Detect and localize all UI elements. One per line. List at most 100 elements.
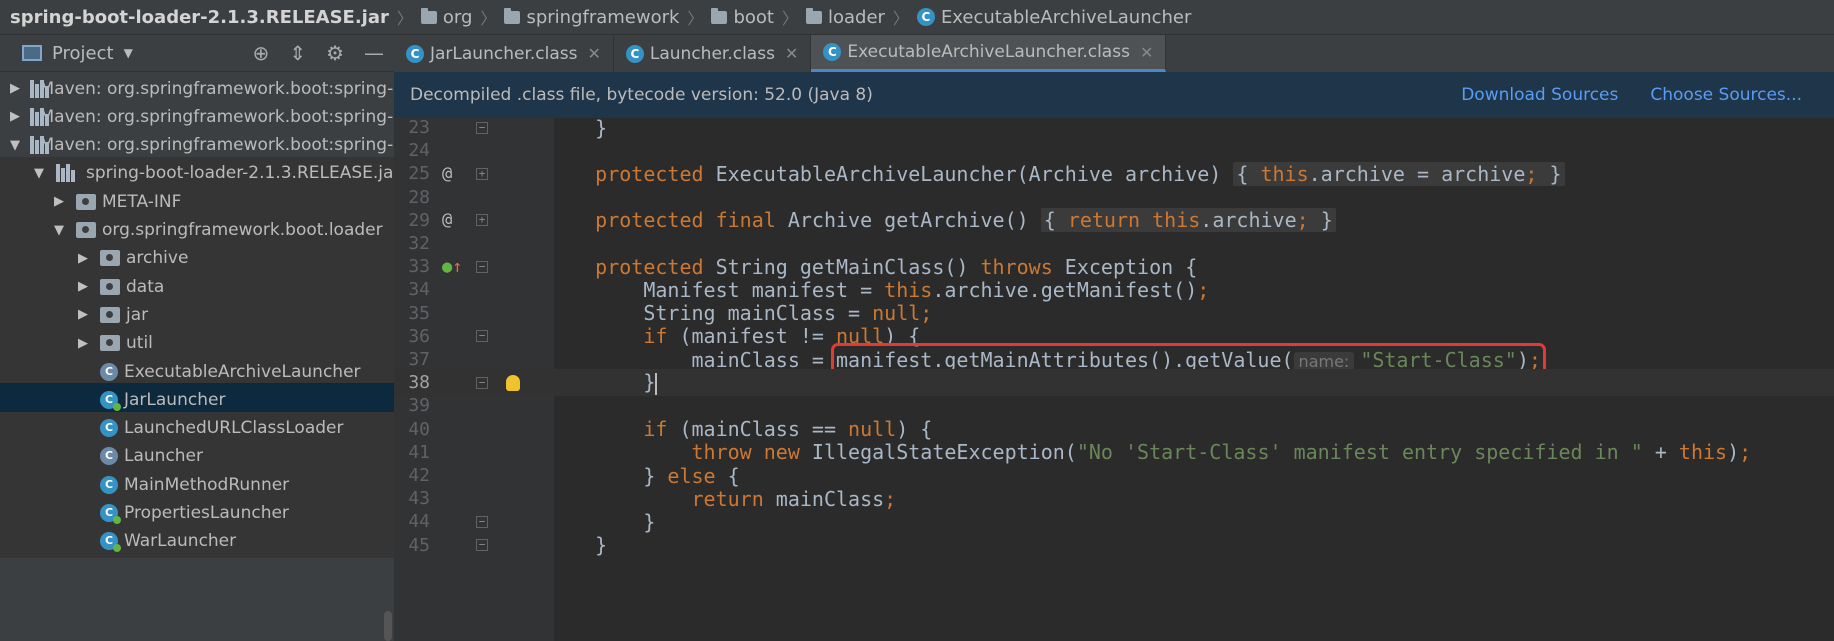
gear-icon[interactable]: ⚙ [326, 41, 344, 65]
tree-item-label: JarLauncher [124, 389, 226, 410]
breadcrumb-item-boot[interactable]: boot [711, 7, 774, 28]
code-line[interactable]: 45 − } [394, 532, 1834, 559]
close-icon[interactable]: ✕ [1140, 43, 1153, 62]
override-icon[interactable]: ●↑ [442, 257, 463, 277]
folded-region: { this.archive = archive; } [1233, 161, 1565, 186]
collapsed-arrow-icon[interactable]: ▶ [10, 81, 20, 96]
fold-icon[interactable]: − [476, 376, 488, 389]
code-text: protected final Archive getArchive() { r… [547, 208, 1336, 233]
minimize-icon[interactable]: — [364, 41, 384, 65]
package-icon [76, 222, 96, 238]
code-text: throw new IllegalStateException("No 'Sta… [691, 440, 1752, 465]
tree-item-label: ExecutableArchiveLauncher [124, 361, 361, 382]
library-icon [30, 136, 49, 155]
breadcrumb-item-springframework[interactable]: springframework [504, 7, 679, 28]
tree-item-label: WarLauncher [124, 531, 237, 552]
lightbulb-icon[interactable] [506, 374, 520, 391]
fold-icon[interactable]: − [476, 539, 488, 552]
jar-icon [56, 164, 78, 183]
line-number: 42 [408, 465, 430, 486]
collapsed-arrow-icon[interactable]: ▶ [10, 109, 20, 124]
collapsed-arrow-icon[interactable]: ▶ [76, 251, 90, 266]
project-panel-tools: ⊕ ⇕ ⚙ — [253, 35, 384, 71]
editor-tab[interactable]: C Launcher.class ✕ [614, 35, 812, 72]
code-text: } [547, 370, 658, 395]
annotation-icon[interactable]: @ [442, 210, 452, 230]
tab-label: Launcher.class [649, 43, 775, 64]
breadcrumb-separator: 〉 [396, 9, 413, 28]
expanded-arrow-icon[interactable]: ▼ [32, 166, 46, 181]
tree-item-label: Maven: org.springframework.boot:spring-b [39, 135, 394, 156]
close-icon[interactable]: ✕ [785, 44, 798, 63]
locate-icon[interactable]: ⊕ [253, 41, 270, 65]
breadcrumb-label: ExecutableArchiveLauncher [940, 6, 1192, 28]
tree-item-label: data [126, 276, 165, 297]
code-text: return mainClass; [691, 486, 897, 511]
class-icon [100, 362, 118, 381]
class-icon [100, 532, 121, 553]
line-number: 25 [408, 163, 430, 185]
breadcrumb-item-org[interactable]: org [420, 6, 473, 28]
package-icon [100, 278, 120, 295]
breadcrumb-item-class[interactable]: C ExecutableArchiveLauncher [916, 6, 1192, 28]
expanded-arrow-icon[interactable]: ▼ [52, 223, 66, 238]
fold-icon[interactable]: − [476, 515, 488, 528]
tree-item-label: META-INF [102, 191, 182, 212]
breadcrumb: spring-boot-loader-2.1.3.RELEASE.jar 〉 o… [0, 0, 1834, 35]
tree-item[interactable]: WarLauncher [0, 524, 394, 558]
code-text: } else { [547, 463, 740, 488]
expanded-arrow-icon[interactable]: ▼ [10, 138, 20, 153]
class-icon [100, 475, 118, 494]
decompiled-message: Decompiled .class file, bytecode version… [410, 85, 873, 105]
project-panel: Project ▼ ⊕ ⇕ ⚙ — ▶ Maven: org.springfram… [0, 35, 394, 641]
line-number: 43 [408, 488, 430, 510]
fold-icon[interactable]: + [476, 214, 488, 227]
breadcrumb-label: org [442, 6, 473, 28]
choose-sources-link[interactable]: Choose Sources... [1650, 85, 1802, 105]
line-number: 24 [408, 140, 430, 162]
annotation-icon[interactable]: @ [442, 164, 452, 184]
collapsed-arrow-icon[interactable]: ▶ [52, 194, 66, 209]
fold-icon[interactable]: + [476, 167, 488, 180]
decompiled-info-bar: Decompiled .class file, bytecode version… [394, 72, 1834, 118]
line-number: 37 [408, 349, 430, 370]
collapsed-arrow-icon[interactable]: ▶ [76, 307, 90, 322]
project-panel-title[interactable]: Project [52, 43, 114, 64]
collapse-all-icon[interactable]: ⇕ [289, 41, 306, 65]
collapsed-arrow-icon[interactable]: ▶ [76, 279, 90, 294]
scrollbar-thumb[interactable] [384, 611, 392, 641]
code-text: String mainClass = null; [547, 301, 933, 326]
close-icon[interactable]: ✕ [587, 44, 600, 63]
line-number: 33 [408, 256, 430, 278]
code-text: } [547, 533, 608, 558]
fold-icon[interactable]: − [476, 121, 488, 134]
folder-icon [711, 7, 728, 24]
parameter-hint: name: [1293, 351, 1355, 371]
breadcrumb-label: springframework [526, 6, 680, 28]
download-sources-link[interactable]: Download Sources [1461, 85, 1618, 105]
class-icon: C [625, 44, 644, 63]
line-number: 23 [408, 118, 430, 138]
breadcrumb-item-loader[interactable]: loader [805, 7, 885, 28]
line-number: 29 [408, 209, 430, 231]
breadcrumb-separator: 〉 [687, 9, 704, 28]
line-number: 44 [408, 511, 430, 533]
code-text: protected ExecutableArchiveLauncher(Arch… [547, 161, 1565, 186]
class-icon: C [406, 44, 424, 63]
code-text: Manifest manifest = this.archive.getMani… [547, 277, 1210, 302]
breadcrumb-separator: 〉 [480, 9, 497, 28]
chevron-down-icon[interactable]: ▼ [124, 46, 133, 60]
line-number: 28 [408, 186, 430, 208]
breadcrumb-item-jar[interactable]: spring-boot-loader-2.1.3.RELEASE.jar [0, 7, 389, 28]
editor-tab[interactable]: C JarLauncher.class ✕ [394, 35, 614, 72]
fold-icon[interactable]: − [476, 330, 488, 343]
tree-item-label: jar [126, 304, 149, 325]
fold-icon[interactable]: − [476, 260, 488, 273]
collapsed-arrow-icon[interactable]: ▶ [76, 336, 90, 351]
code-text: if (manifest != null) { [643, 324, 921, 349]
code-editor[interactable]: 23 − } 24 25 @ + protected ExecutableArchiveL… [394, 118, 1834, 641]
line-number: 35 [408, 302, 430, 324]
class-icon: C [916, 8, 935, 26]
editor-tab[interactable]: C ExecutableArchiveLauncher.class ✕ [811, 35, 1167, 72]
line-number: 32 [408, 233, 430, 254]
